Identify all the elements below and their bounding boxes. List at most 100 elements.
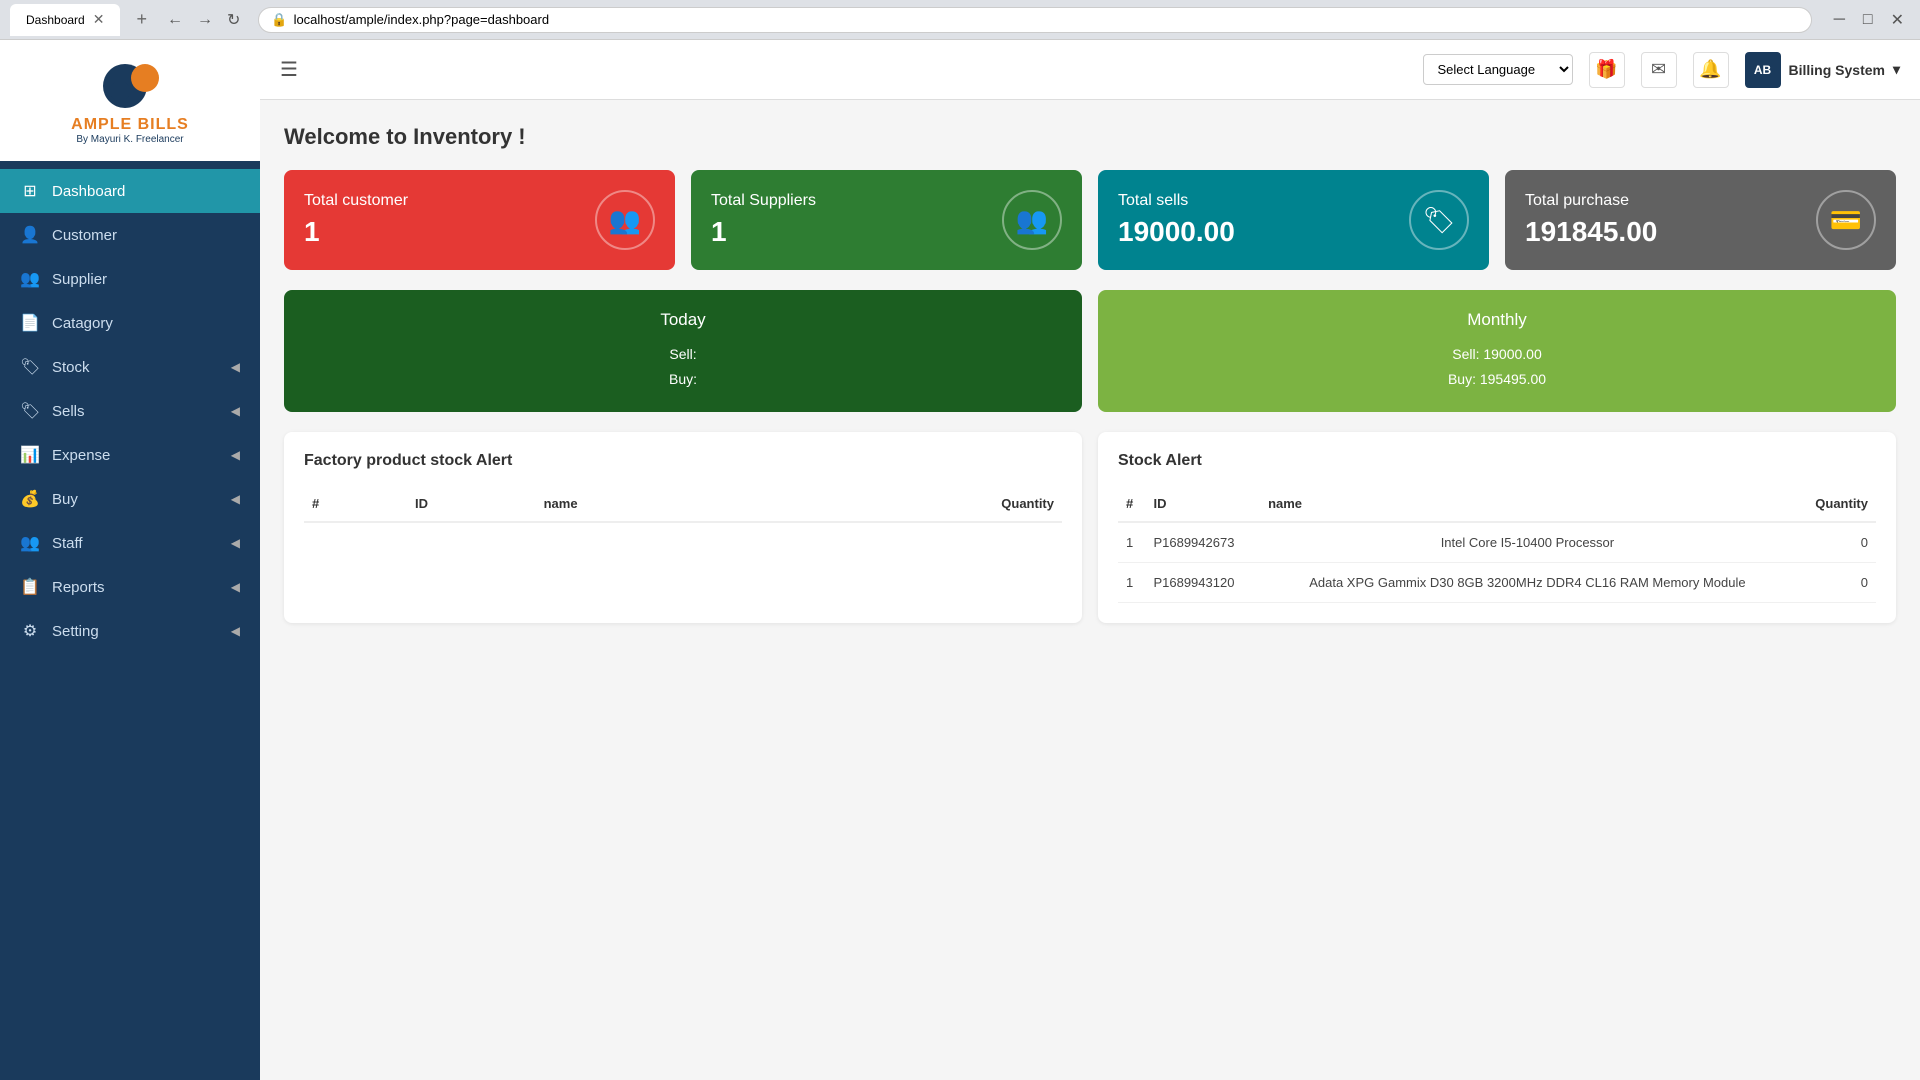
buy-label: Buy xyxy=(52,491,219,508)
user-dropdown-arrow[interactable]: ▾ xyxy=(1893,61,1900,78)
summary-row: Today Sell: Buy: Monthly xyxy=(284,290,1896,412)
page-title: Welcome to Inventory ! xyxy=(284,124,1896,150)
row-name: Intel Core I5-10400 Processor xyxy=(1260,522,1795,563)
monthly-buy: Buy: 195495.00 xyxy=(1118,367,1876,392)
new-tab-button[interactable]: + xyxy=(128,5,155,34)
dashboard-icon: ⊞ xyxy=(20,181,40,201)
stat-card-0: Total customer 1 👥 xyxy=(284,170,675,270)
today-sell: Sell: xyxy=(304,342,1062,367)
sells-label: Sells xyxy=(52,403,219,420)
back-button[interactable]: ← xyxy=(163,8,187,32)
staff-icon: 👥 xyxy=(20,533,40,553)
stat-card-1: Total Suppliers 1 👥 xyxy=(691,170,1082,270)
customer-label: Customer xyxy=(52,227,240,244)
forward-button[interactable]: → xyxy=(193,8,217,32)
stock-arrow: ◀ xyxy=(231,360,240,374)
app: AMPLE BILLS By Mayuri K. Freelancer ⊞ Da… xyxy=(0,40,1920,1080)
tables-row: Factory product stock Alert # ID name Qu… xyxy=(284,432,1896,623)
row-id: P1689943120 xyxy=(1145,563,1260,603)
stock-col-id: ID xyxy=(1145,486,1260,522)
row-name: Adata XPG Gammix D30 8GB 3200MHz DDR4 CL… xyxy=(1260,563,1795,603)
stat-icon-3: 💳 xyxy=(1816,190,1876,250)
stat-value-2: 19000.00 xyxy=(1118,216,1235,248)
window-controls: ─ □ ✕ xyxy=(1828,8,1910,32)
browser-controls: ← → ↻ xyxy=(163,8,244,32)
sidebar-item-stock[interactable]: 🏷 Stock ◀ xyxy=(0,345,260,389)
stat-value-0: 1 xyxy=(304,216,408,248)
category-label: Catagory xyxy=(52,315,240,332)
supplier-label: Supplier xyxy=(52,271,240,288)
user-profile-button[interactable]: AB Billing System ▾ xyxy=(1745,52,1901,88)
today-buy: Buy: xyxy=(304,367,1062,392)
buy-icon: 💰 xyxy=(20,489,40,509)
stock-alert-title: Stock Alert xyxy=(1118,452,1876,470)
sidebar: AMPLE BILLS By Mayuri K. Freelancer ⊞ Da… xyxy=(0,40,260,1080)
maximize-button[interactable]: □ xyxy=(1857,8,1879,32)
customer-icon: 👤 xyxy=(20,225,40,245)
factory-stock-header: # ID name Quantity xyxy=(304,486,1062,522)
sidebar-nav: ⊞ Dashboard 👤 Customer 👥 Supplier 📄 Cata… xyxy=(0,161,260,1080)
sidebar-item-dashboard[interactable]: ⊞ Dashboard xyxy=(0,169,260,213)
stock-col-name: name xyxy=(1260,486,1795,522)
sidebar-item-expense[interactable]: 📊 Expense ◀ xyxy=(0,433,260,477)
expense-icon: 📊 xyxy=(20,445,40,465)
setting-icon: ⚙ xyxy=(20,621,40,641)
mail-icon-button[interactable]: ✉ xyxy=(1641,52,1677,88)
stat-cards-grid: Total customer 1 👥 Total Suppliers 1 👥 T… xyxy=(284,170,1896,270)
sidebar-item-category[interactable]: 📄 Catagory xyxy=(0,301,260,345)
stat-info-0: Total customer 1 xyxy=(304,192,408,248)
sells-icon: 🏷 xyxy=(20,401,40,421)
reports-arrow: ◀ xyxy=(231,580,240,594)
sidebar-item-sells[interactable]: 🏷 Sells ◀ xyxy=(0,389,260,433)
row-qty: 0 xyxy=(1795,522,1876,563)
reports-label: Reports xyxy=(52,579,219,596)
stat-icon-1: 👥 xyxy=(1002,190,1062,250)
staff-label: Staff xyxy=(52,535,219,552)
stat-card-3: Total purchase 191845.00 💳 xyxy=(1505,170,1896,270)
refresh-button[interactable]: ↻ xyxy=(223,8,244,32)
bell-icon-button[interactable]: 🔔 xyxy=(1693,52,1729,88)
row-num: 1 xyxy=(1118,563,1145,603)
supplier-icon: 👥 xyxy=(20,269,40,289)
logo-text: AMPLE BILLS xyxy=(71,116,189,134)
expense-arrow: ◀ xyxy=(231,448,240,462)
stock-col-qty: Quantity xyxy=(1795,486,1876,522)
stat-label-1: Total Suppliers xyxy=(711,192,816,210)
sidebar-item-customer[interactable]: 👤 Customer xyxy=(0,213,260,257)
sidebar-item-reports[interactable]: 📋 Reports ◀ xyxy=(0,565,260,609)
stock-alert-row-1: 1 P1689943120 Adata XPG Gammix D30 8GB 3… xyxy=(1118,563,1876,603)
monthly-card: Monthly Sell: 19000.00 Buy: 195495.00 xyxy=(1098,290,1896,412)
sidebar-item-supplier[interactable]: 👥 Supplier xyxy=(0,257,260,301)
content-area: Welcome to Inventory ! Total customer 1 … xyxy=(260,100,1920,1080)
main-area: ☰ Select LanguageEnglishSpanishFrench 🎁 … xyxy=(260,40,1920,1080)
monthly-title: Monthly xyxy=(1118,310,1876,330)
sidebar-item-staff[interactable]: 👥 Staff ◀ xyxy=(0,521,260,565)
gift-icon-button[interactable]: 🎁 xyxy=(1589,52,1625,88)
stock-alert-card: Stock Alert # ID name Quantity 1 P1 xyxy=(1098,432,1896,623)
tab-close-button[interactable]: ✕ xyxy=(93,11,105,28)
language-select[interactable]: Select LanguageEnglishSpanishFrench xyxy=(1423,54,1573,85)
topbar: ☰ Select LanguageEnglishSpanishFrench 🎁 … xyxy=(260,40,1920,100)
stat-info-2: Total sells 19000.00 xyxy=(1118,192,1235,248)
address-bar[interactable]: 🔒 xyxy=(258,7,1811,33)
stat-value-1: 1 xyxy=(711,216,816,248)
sidebar-item-buy[interactable]: 💰 Buy ◀ xyxy=(0,477,260,521)
stat-icon-2: 🏷 xyxy=(1409,190,1469,250)
factory-col-qty: Quantity xyxy=(757,486,1062,522)
stat-info-1: Total Suppliers 1 xyxy=(711,192,816,248)
today-title: Today xyxy=(304,310,1062,330)
monthly-sell: Sell: 19000.00 xyxy=(1118,342,1876,367)
stock-alert-table: # ID name Quantity 1 P1689942673 Intel C… xyxy=(1118,486,1876,603)
factory-col-name: name xyxy=(536,486,758,522)
user-name: Billing System xyxy=(1789,62,1885,78)
close-button[interactable]: ✕ xyxy=(1885,8,1910,32)
minimize-button[interactable]: ─ xyxy=(1828,8,1851,32)
menu-toggle-button[interactable]: ☰ xyxy=(280,57,298,82)
sidebar-item-setting[interactable]: ⚙ Setting ◀ xyxy=(0,609,260,653)
stat-info-3: Total purchase 191845.00 xyxy=(1525,192,1657,248)
url-input[interactable] xyxy=(294,12,1799,27)
stat-value-3: 191845.00 xyxy=(1525,216,1657,248)
monthly-details: Sell: 19000.00 Buy: 195495.00 xyxy=(1118,342,1876,392)
stock-alert-row-0: 1 P1689942673 Intel Core I5-10400 Proces… xyxy=(1118,522,1876,563)
browser-tab[interactable]: Dashboard ✕ xyxy=(10,4,120,36)
